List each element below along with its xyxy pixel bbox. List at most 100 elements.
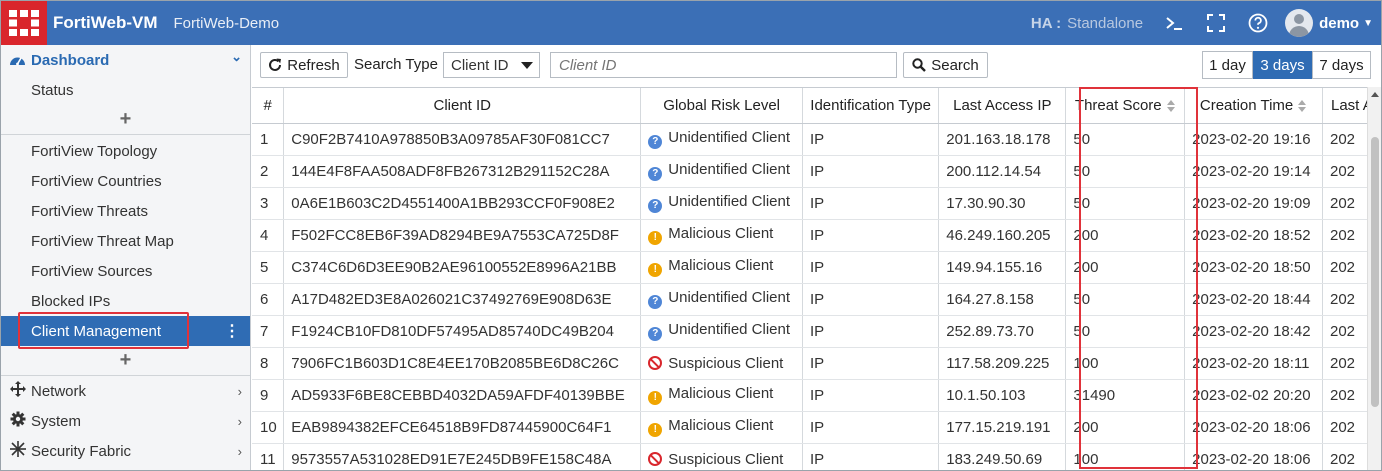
column-header-client-id[interactable]: Client ID (283, 88, 642, 124)
fullscreen-icon[interactable] (1205, 12, 1227, 34)
row-index-cell: 5 (252, 251, 285, 284)
range-7-days[interactable]: 7 days (1312, 51, 1371, 79)
table-row[interactable]: 6 A17D482ED3E8A026021C37492769E908D63E? Un… (252, 283, 1381, 316)
range-3-days[interactable]: 3 days (1253, 51, 1312, 79)
row-index-cell: 3 (252, 187, 285, 220)
table-row[interactable]: 1 C90F2B7410A978850B3A09785AF30F081CC7? Un… (252, 123, 1381, 156)
column-header-creation-time[interactable]: Creation Time (1184, 88, 1323, 124)
chevron-right-icon[interactable]: › (238, 384, 242, 399)
top-bar: FortiWeb-VM FortiWeb-Demo HA : Standalon… (1, 1, 1381, 45)
chevron-down-icon[interactable]: ⌄ (231, 49, 242, 65)
table-body: 1 C90F2B7410A978850B3A09785AF30F081CC7? Un… (252, 123, 1381, 470)
creation-time-cell: 2023-02-02 20:20 (1184, 379, 1323, 412)
sidebar-group-label: Dashboard (31, 51, 110, 69)
global-risk-level-cell: ? Unidentified Client (640, 187, 804, 220)
sidebar-item-status[interactable]: Status (1, 75, 250, 105)
scroll-up-arrow-icon[interactable] (1371, 92, 1379, 97)
global-risk-level-cell: ! Malicious Client (640, 379, 804, 412)
toolbar: Refresh Search Type : Client ID Search 1… (252, 45, 1381, 87)
warning-icon: ! (648, 263, 663, 277)
chevron-right-icon[interactable]: › (238, 444, 242, 459)
caret-down-icon[interactable]: ▼ (1363, 18, 1373, 29)
add-item-button[interactable]: + (1, 347, 250, 373)
prohibited-icon (648, 451, 663, 466)
scrollbar-thumb[interactable] (1371, 137, 1379, 407)
question-icon: ? (648, 167, 663, 181)
risk-level-label: Unidentified Client (668, 289, 791, 306)
table-row[interactable]: 11 9573557A531028ED91E7E245DB9FE158C48A Su… (252, 443, 1381, 470)
sidebar-item-label: FortiView Threat Map (31, 232, 174, 250)
search-input[interactable] (550, 52, 897, 78)
user-avatar[interactable] (1285, 9, 1314, 37)
table-row[interactable]: 2 144E4F8FAA508ADF8FB267312B291152C28A? Un… (252, 155, 1381, 188)
product-name: FortiWeb-VM (53, 13, 158, 32)
creation-time-cell: 2023-02-20 18:11 (1184, 347, 1323, 380)
client-id-cell: F1924CB10FD810DF57495AD85740DC49B204 (283, 315, 642, 348)
sidebar-group-dashboard[interactable]: Dashboard ⌄ (1, 45, 250, 75)
search-label: Search (931, 56, 979, 74)
risk-level-label: Malicious Client (668, 385, 774, 402)
risk-level-label: Unidentified Client (668, 129, 791, 146)
table-row[interactable]: 3 0A6E1B603C2D4551400A1BB293CCF0F908E2? Un… (252, 187, 1381, 220)
sidebar-item-fortiview-countries[interactable]: FortiView Countries (1, 166, 250, 196)
last-access-ip-cell: 177.15.219.191 (938, 411, 1067, 444)
move-arrows-icon (10, 381, 26, 401)
sidebar-item-label: Security Fabric (31, 442, 132, 460)
global-risk-level-cell: ! Malicious Client (640, 411, 804, 444)
table-row[interactable]: 9 AD5933F6BE8CEBBD4032DA59AFDF40139BBE! Ma… (252, 379, 1381, 412)
sidebar-item-fortiview-sources[interactable]: FortiView Sources (1, 256, 250, 286)
table-row[interactable]: 10 EAB9894382EFCE64518B9FD87445900C64F1! M… (252, 411, 1381, 444)
creation-time-cell: 2023-02-20 18:06 (1184, 411, 1323, 444)
fortinet-logo-icon[interactable] (1, 1, 47, 45)
sidebar-group-security-fabric[interactable]: Security Fabric › (1, 436, 250, 466)
column-header-index[interactable]: # (252, 88, 285, 124)
add-widget-button[interactable]: + (1, 106, 250, 132)
sidebar-item-fortiview-threat-map[interactable]: FortiView Threat Map (1, 226, 250, 256)
sidebar-item-fortiview-threats[interactable]: FortiView Threats (1, 196, 250, 226)
chevron-right-icon[interactable]: › (238, 414, 242, 429)
column-header-identification-type[interactable]: Identification Type (802, 88, 940, 124)
client-id-cell: 0A6E1B603C2D4551400A1BB293CCF0F908E2 (283, 187, 642, 220)
user-menu[interactable]: demo (1319, 15, 1359, 32)
refresh-button[interactable]: Refresh (260, 52, 348, 78)
sidebar-item-label: FortiView Topology (31, 142, 158, 160)
table-row[interactable]: 4 F502FCC8EB6F39AD8294BE9A7553CA725D8F! Ma… (252, 219, 1381, 252)
identification-type-cell: IP (802, 219, 940, 252)
column-header-global-risk-level[interactable]: Global Risk Level (640, 88, 804, 124)
risk-level-label: Unidentified Client (668, 321, 791, 338)
last-access-ip-cell: 252.89.73.70 (938, 315, 1067, 348)
global-risk-level-cell: Suspicious Client (640, 347, 804, 380)
client-id-cell: 7906FC1B603D1C8E4EE170B2085BE6D8C26C (283, 347, 642, 380)
creation-time-cell: 2023-02-20 18:42 (1184, 315, 1323, 348)
sort-icon[interactable] (1298, 99, 1307, 112)
question-icon: ? (648, 295, 663, 309)
search-type-select[interactable]: Client ID (443, 52, 540, 78)
identification-type-cell: IP (802, 155, 940, 188)
dropdown-arrow-icon (521, 62, 533, 69)
highlight-threat-score-column (1079, 87, 1198, 469)
global-risk-level-cell: ! Malicious Client (640, 251, 804, 284)
more-options-icon[interactable]: ⋮ (224, 321, 240, 341)
cli-console-icon[interactable] (1163, 12, 1185, 34)
row-index-cell: 11 (252, 443, 285, 470)
sidebar-group-network[interactable]: Network › (1, 376, 250, 406)
vertical-scrollbar[interactable] (1367, 87, 1381, 470)
table-row[interactable]: 8 7906FC1B603D1C8E4EE170B2085BE6D8C26C Sus… (252, 347, 1381, 380)
question-icon: ? (648, 199, 663, 213)
search-button[interactable]: Search (903, 52, 988, 78)
search-type-value: Client ID (451, 56, 509, 74)
client-id-cell: 9573557A531028ED91E7E245DB9FE158C48A (283, 443, 642, 470)
help-icon[interactable] (1247, 12, 1269, 34)
sidebar-item-fortiview-topology[interactable]: FortiView Topology (1, 136, 250, 166)
table-row[interactable]: 7 F1924CB10FD810DF57495AD85740DC49B204? Un… (252, 315, 1381, 348)
range-1-day[interactable]: 1 day (1202, 51, 1253, 79)
column-header-last-access-ip[interactable]: Last Access IP (938, 88, 1067, 124)
sidebar-group-system[interactable]: System › (1, 406, 250, 436)
table-header-row: # Client ID Global Risk Level Identifica… (252, 88, 1381, 124)
client-id-cell: AD5933F6BE8CEBBD4032DA59AFDF40139BBE (283, 379, 642, 412)
client-id-cell: 144E4F8FAA508ADF8FB267312B291152C28A (283, 155, 642, 188)
identification-type-cell: IP (802, 347, 940, 380)
table-row[interactable]: 5 C374C6D6D3EE90B2AE96100552E8996A21BB! Ma… (252, 251, 1381, 284)
identification-type-cell: IP (802, 251, 940, 284)
warning-icon: ! (648, 391, 663, 405)
